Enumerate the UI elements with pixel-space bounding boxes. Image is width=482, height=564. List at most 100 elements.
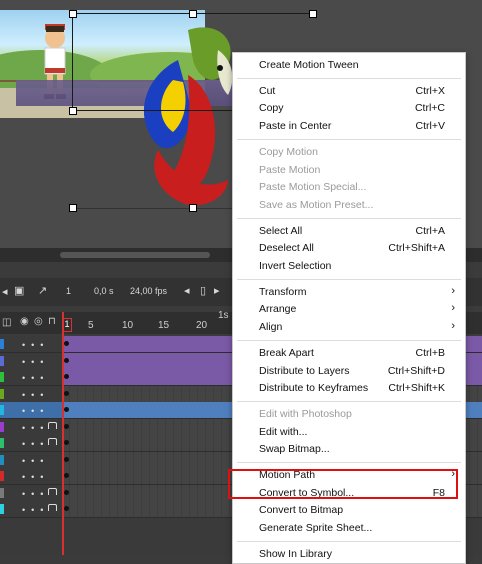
- eye-icon[interactable]: ◎: [34, 316, 43, 327]
- layer-color-swatch: [0, 372, 4, 382]
- ruler-tick: 10: [122, 320, 134, 331]
- menu-item-arrange[interactable]: Arrange ›: [233, 301, 465, 318]
- layer-color-swatch: [0, 504, 4, 514]
- keyframe-dot[interactable]: [64, 489, 69, 495]
- keyframe-dot[interactable]: [64, 506, 69, 511]
- lock-icon[interactable]: [48, 421, 57, 429]
- menu-item-cut[interactable]: Cut Ctrl+X: [233, 83, 465, 100]
- camera-icon[interactable]: ▣: [14, 284, 24, 297]
- layer-visibility-dots-icon[interactable]: •••: [22, 423, 49, 433]
- keyframe-dot[interactable]: [64, 374, 69, 379]
- menu-separator: [237, 339, 461, 341]
- menu-item-paste-motion-special: Paste Motion Special...: [233, 179, 465, 196]
- lock-icon[interactable]: [48, 504, 57, 511]
- menu-item-invert-selection[interactable]: Invert Selection: [233, 258, 465, 275]
- keyframe-dot[interactable]: [64, 357, 69, 363]
- menu-item-shortcut: Ctrl+A: [415, 224, 445, 237]
- menu-item-transform[interactable]: Transform ›: [233, 284, 465, 301]
- layer-visibility-dots-icon[interactable]: •••: [22, 390, 49, 400]
- layer-visibility-dots-icon[interactable]: •••: [22, 406, 49, 416]
- selection-handle[interactable]: [189, 204, 197, 212]
- menu-item-shortcut: Ctrl+Shift+D: [387, 364, 445, 377]
- layer-color-swatch: [0, 438, 4, 448]
- menu-item-copy-motion: Copy Motion: [233, 144, 465, 161]
- scrollbar-thumb[interactable]: [60, 252, 210, 258]
- lock-header-icon: ◫: [2, 317, 12, 328]
- layer-visibility-dots-icon[interactable]: •••: [22, 340, 49, 350]
- keyframe-dot[interactable]: [64, 390, 69, 396]
- menu-item-swap-bitmap[interactable]: Swap Bitmap...: [233, 441, 465, 458]
- menu-item-generate-sprite-sheet[interactable]: Generate Sprite Sheet...: [233, 520, 465, 537]
- ruler-tick: 5: [88, 320, 94, 331]
- menu-item-select-all[interactable]: Select All Ctrl+A: [233, 223, 465, 240]
- selection-handle[interactable]: [69, 204, 77, 212]
- keyframe-dot[interactable]: [64, 440, 69, 445]
- keyframe-dot[interactable]: [64, 341, 69, 346]
- menu-item-paste-motion: Paste Motion: [233, 162, 465, 179]
- layer-visibility-dots-icon[interactable]: •••: [22, 439, 49, 449]
- menu-item-label: Break Apart: [259, 346, 314, 359]
- layer-color-swatch: [0, 454, 4, 465]
- menu-item-shortcut: Ctrl+C: [414, 102, 445, 115]
- play-icon[interactable]: ▯: [200, 284, 206, 297]
- menu-separator: [237, 217, 461, 219]
- menu-item-label: Save as Motion Preset...: [259, 198, 374, 211]
- show-hide-all-icon[interactable]: ◉: [20, 316, 29, 327]
- layer-visibility-dots-icon[interactable]: •••: [22, 357, 49, 367]
- menu-item-label: Copy: [259, 102, 284, 115]
- menu-item-deselect-all[interactable]: Deselect All Ctrl+Shift+A: [233, 240, 465, 257]
- lock-icon[interactable]: [48, 487, 57, 495]
- menu-item-show-in-library[interactable]: Show In Library: [233, 546, 465, 563]
- menu-item-edit-with[interactable]: Edit with...: [233, 424, 465, 441]
- ruler-tick: 20: [196, 320, 208, 331]
- lock-all-icon[interactable]: ⊓: [48, 316, 56, 327]
- menu-item-label: Create Motion Tween: [259, 59, 359, 71]
- playhead[interactable]: [62, 312, 64, 555]
- move-icon[interactable]: ◂: [2, 285, 8, 298]
- prev-frame-icon[interactable]: ◂: [184, 284, 190, 297]
- menu-item-label: Distribute to Layers: [259, 364, 350, 377]
- keyframe-dot[interactable]: [64, 423, 69, 429]
- highlight-annotation-box: [228, 469, 458, 499]
- current-frame: 1: [66, 286, 72, 296]
- menu-item-distribute-to-keyframes[interactable]: Distribute to Keyframes Ctrl+Shift+K: [233, 380, 465, 397]
- menu-item-copy[interactable]: Copy Ctrl+C: [233, 100, 465, 117]
- keyframe-dot[interactable]: [64, 407, 69, 412]
- selection-outline: [72, 110, 232, 111]
- fps-display[interactable]: 24,00 fps: [130, 286, 167, 296]
- selection-handle[interactable]: [189, 10, 197, 18]
- menu-item-shortcut: Ctrl+V: [415, 120, 445, 133]
- submenu-arrow-icon: ›: [451, 302, 455, 315]
- menu-item-align[interactable]: Align ›: [233, 319, 465, 336]
- parrot-graphic-icon[interactable]: [118, 20, 248, 210]
- menu-item-break-apart[interactable]: Break Apart Ctrl+B: [233, 345, 465, 362]
- layer-visibility-dots-icon[interactable]: •••: [22, 489, 49, 499]
- menu-item-label: Paste in Center: [259, 120, 332, 133]
- selection-handle[interactable]: [69, 107, 77, 115]
- menu-item-label: Paste Motion: [259, 163, 321, 176]
- layer-visibility-dots-icon[interactable]: •••: [22, 505, 49, 515]
- layer-visibility-dots-icon[interactable]: •••: [22, 472, 49, 482]
- lock-icon[interactable]: [48, 438, 57, 445]
- layer-visibility-dots-icon[interactable]: •••: [22, 373, 49, 383]
- menu-item-convert-to-bitmap[interactable]: Convert to Bitmap: [233, 502, 465, 519]
- menu-item-distribute-to-layers[interactable]: Distribute to Layers Ctrl+Shift+D: [233, 363, 465, 380]
- menu-separator: [237, 540, 461, 542]
- submenu-arrow-icon: ›: [451, 320, 455, 333]
- menu-item-paste-in-center[interactable]: Paste in Center Ctrl+V: [233, 118, 465, 135]
- graph-icon[interactable]: ↗: [38, 284, 47, 297]
- keyframe-dot[interactable]: [64, 456, 69, 462]
- next-frame-icon[interactable]: ▸: [214, 284, 220, 297]
- selection-outline: [72, 208, 232, 209]
- selection-handle[interactable]: [69, 10, 77, 18]
- layer-visibility-dots-icon[interactable]: •••: [22, 456, 49, 466]
- menu-item-shortcut: Ctrl+X: [415, 84, 445, 97]
- selection-handle[interactable]: [309, 10, 317, 18]
- menu-item-label: Convert to Bitmap: [259, 504, 344, 517]
- menu-item-save-as-motion-preset: Save as Motion Preset...: [233, 197, 465, 214]
- menu-separator: [237, 77, 461, 79]
- menu-separator: [237, 138, 461, 140]
- menu-item-create-motion-tween[interactable]: Create Motion Tween: [233, 57, 465, 74]
- keyframe-dot[interactable]: [64, 473, 69, 478]
- menu-item-shortcut: Ctrl+B: [415, 346, 445, 359]
